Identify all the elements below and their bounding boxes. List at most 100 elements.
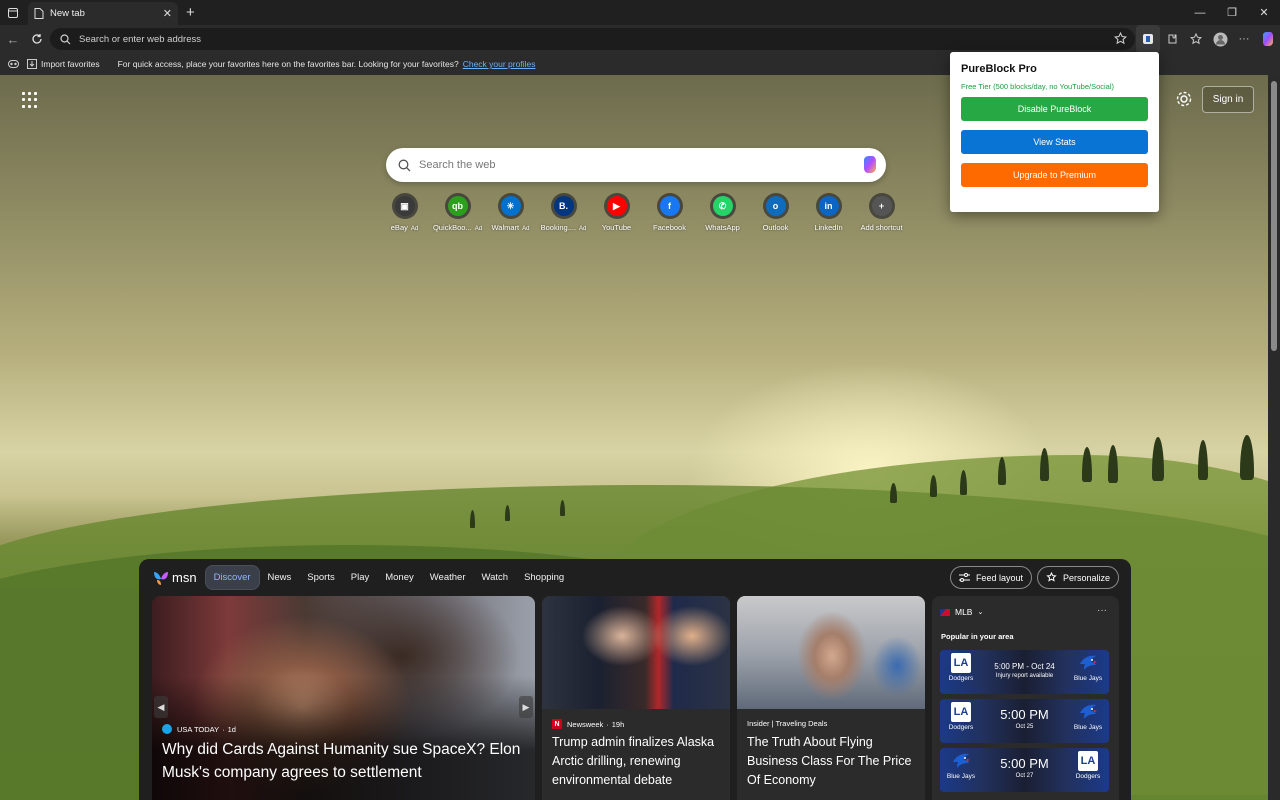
mlb-header[interactable]: MLB ⌄ bbox=[940, 607, 983, 617]
tab-new-tab[interactable]: New tab ✕ bbox=[28, 2, 178, 25]
web-search-box[interactable] bbox=[386, 148, 886, 182]
pureblock-extension-icon[interactable] bbox=[1136, 25, 1160, 53]
import-favorites-button[interactable]: Import favorites bbox=[27, 59, 100, 69]
card-source: Insider | Traveling Deals bbox=[747, 719, 827, 728]
shortcut-icon-frame: f bbox=[656, 193, 683, 219]
page-scrollbar[interactable] bbox=[1268, 75, 1280, 800]
shortcut-label: WhatsApp bbox=[705, 223, 740, 232]
shortcut-icon-frame: qb bbox=[444, 193, 471, 219]
popup-title: PureBlock Pro bbox=[961, 63, 1037, 75]
mlb-widget: MLB ⌄ ··· Popular in your area LA Dodgers… bbox=[932, 596, 1119, 800]
feed-actions: Feed layout Personalize bbox=[945, 566, 1119, 589]
copilot-icon[interactable] bbox=[1256, 25, 1280, 53]
mlb-subtitle: Popular in your area bbox=[941, 632, 1014, 641]
shortcut-icon-frame: ✆ bbox=[709, 193, 736, 219]
outlook-icon: o bbox=[765, 196, 786, 216]
tab-weather[interactable]: Weather bbox=[422, 566, 474, 589]
copilot-icon[interactable] bbox=[860, 155, 880, 175]
tab-sports[interactable]: Sports bbox=[299, 566, 342, 589]
msn-logo-text: msn bbox=[172, 570, 197, 585]
game-row[interactable]: LA Dodgers 5:00 PM - Oct 24 Injury report a… bbox=[940, 650, 1109, 694]
more-options-icon[interactable]: ··· bbox=[1232, 25, 1256, 53]
cypress-tree bbox=[1082, 447, 1092, 482]
view-stats-button[interactable]: View Stats bbox=[961, 130, 1148, 154]
mlb-league: MLB bbox=[955, 607, 973, 617]
shortcut-tile[interactable]: in LinkedIn bbox=[802, 193, 855, 232]
card-title[interactable]: The Truth About Flying Business Class Fo… bbox=[747, 733, 922, 790]
shortcut-tile[interactable]: + Add shortcut bbox=[855, 193, 908, 232]
shortcut-tile[interactable]: ▶ YouTube bbox=[590, 193, 643, 232]
quickbooks-icon: qb bbox=[447, 196, 468, 216]
favorites-icon[interactable] bbox=[1184, 25, 1208, 53]
tab-shopping[interactable]: Shopping bbox=[516, 566, 572, 589]
tab-news[interactable]: News bbox=[260, 566, 300, 589]
game-note: Oct 25 bbox=[1015, 724, 1034, 730]
address-input[interactable] bbox=[79, 33, 979, 45]
team-name: Dodgers bbox=[948, 724, 974, 731]
usa-today-logo bbox=[162, 724, 172, 734]
game-note: Injury report available bbox=[995, 673, 1054, 679]
shortcut-tile[interactable]: ▣ eBay Ad bbox=[378, 193, 431, 232]
more-options-icon[interactable]: ··· bbox=[1097, 605, 1107, 616]
game-row[interactable]: LA Dodgers 5:00 PM Oct 25 Blue Jays bbox=[940, 699, 1109, 743]
shortcut-tile[interactable]: qb QuickBoo... Ad bbox=[431, 193, 484, 232]
tab-play[interactable]: Play bbox=[343, 566, 377, 589]
close-tab-icon[interactable]: ✕ bbox=[163, 7, 172, 20]
scrollbar-thumb[interactable] bbox=[1271, 81, 1277, 351]
whatsapp-icon: ✆ bbox=[712, 196, 733, 216]
feed-layout-button[interactable]: Feed layout bbox=[949, 566, 1032, 589]
shortcut-tile[interactable]: f Facebook bbox=[643, 193, 696, 232]
toolbar: ← ··· bbox=[0, 25, 1280, 53]
msn-butterfly-icon bbox=[154, 571, 168, 585]
news-card[interactable]: Insider | Traveling Deals The Truth Abou… bbox=[737, 596, 925, 800]
game-time: 5:00 PM bbox=[1000, 707, 1049, 722]
hero-title[interactable]: Why did Cards Against Humanity sue Space… bbox=[162, 738, 522, 784]
cypress-tree bbox=[1152, 437, 1164, 481]
hero-story[interactable]: ◀ ▶ USA TODAY · 1d Why did Cards Against… bbox=[152, 596, 535, 800]
personalize-button[interactable]: Personalize bbox=[1036, 566, 1119, 589]
shortcut-tile[interactable]: o Outlook bbox=[749, 193, 802, 232]
check-profiles-link[interactable]: Check your profiles bbox=[463, 59, 536, 69]
profile-avatar[interactable] bbox=[1208, 25, 1232, 53]
carousel-prev-button[interactable]: ◀ bbox=[154, 696, 168, 718]
card-title[interactable]: Trump admin finalizes Alaska Arctic dril… bbox=[552, 733, 727, 790]
youtube-icon: ▶ bbox=[606, 196, 627, 216]
tab-actions-button[interactable] bbox=[0, 0, 26, 25]
carousel-next-button[interactable]: ▶ bbox=[519, 696, 533, 718]
extensions-icon[interactable] bbox=[1160, 25, 1184, 53]
game-note: Oct 27 bbox=[1015, 773, 1034, 779]
window-controls: — ❐ ✕ bbox=[1184, 0, 1280, 25]
sign-in-button[interactable]: Sign in bbox=[1202, 86, 1254, 113]
back-button[interactable]: ← bbox=[2, 28, 24, 50]
gear-icon[interactable] bbox=[1175, 90, 1193, 108]
refresh-button[interactable] bbox=[26, 28, 48, 50]
blue-jays-logo bbox=[1077, 702, 1099, 722]
tab-watch[interactable]: Watch bbox=[473, 566, 516, 589]
team-name: Blue Jays bbox=[1073, 724, 1103, 731]
shortcut-icon-frame: in bbox=[815, 193, 842, 219]
shortcut-tile[interactable]: B. Booking.... Ad bbox=[537, 193, 590, 232]
reading-view-icon[interactable] bbox=[8, 60, 19, 68]
upgrade-premium-button[interactable]: Upgrade to Premium bbox=[961, 163, 1148, 187]
cypress-tree bbox=[1040, 448, 1049, 481]
minimize-icon[interactable]: — bbox=[1184, 0, 1216, 25]
news-card[interactable]: N Newsweek · 19h Trump admin finalizes A… bbox=[542, 596, 730, 800]
close-window-icon[interactable]: ✕ bbox=[1248, 0, 1280, 25]
shortcuts-row: ▣ eBay Ad qb QuickBoo... Ad ✳ Walmart Ad B. Bookin… bbox=[378, 193, 908, 232]
address-bar[interactable] bbox=[50, 28, 1135, 50]
restore-icon[interactable]: ❐ bbox=[1216, 0, 1248, 25]
new-tab-button[interactable]: + bbox=[186, 4, 195, 21]
shortcut-tile[interactable]: ✳ Walmart Ad bbox=[484, 193, 537, 232]
msn-logo[interactable]: msn bbox=[152, 570, 197, 586]
app-launcher-icon[interactable] bbox=[22, 92, 38, 108]
shortcut-tile[interactable]: ✆ WhatsApp bbox=[696, 193, 749, 232]
tab-money[interactable]: Money bbox=[377, 566, 422, 589]
favorite-star-icon[interactable] bbox=[1114, 32, 1127, 45]
tab-discover[interactable]: Discover bbox=[204, 565, 260, 590]
dodgers-logo: LA bbox=[951, 702, 971, 722]
disable-pureblock-button[interactable]: Disable PureBlock bbox=[961, 97, 1148, 121]
mlb-icon bbox=[940, 608, 950, 616]
shortcut-label: Add shortcut bbox=[860, 223, 903, 232]
game-row[interactable]: Blue Jays 5:00 PM Oct 27 LA Dodgers bbox=[940, 748, 1109, 792]
web-search-input[interactable] bbox=[419, 159, 839, 171]
